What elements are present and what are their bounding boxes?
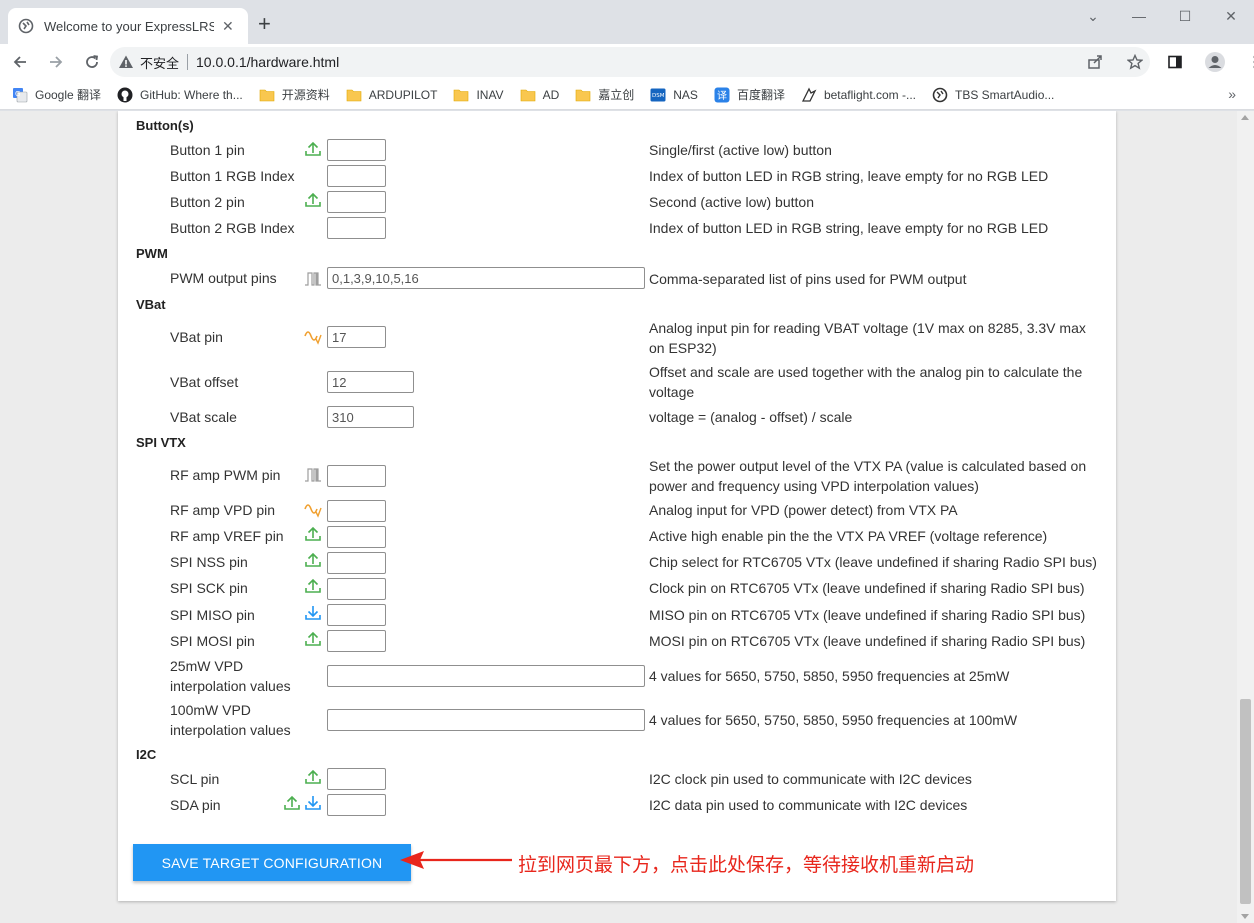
- page-viewport: [0, 111, 1254, 923]
- side-panel-icon[interactable]: [1160, 46, 1190, 78]
- forward-icon[interactable]: [40, 46, 72, 78]
- bookmark-folder-jlc[interactable]: 嘉立创: [575, 86, 634, 103]
- bookmark-tbs[interactable]: TBS SmartAudio...: [932, 87, 1054, 103]
- hardware-config-card: [118, 111, 1116, 901]
- address-divider: [187, 54, 189, 70]
- profile-avatar-icon[interactable]: [1200, 46, 1230, 78]
- new-tab-icon[interactable]: +: [258, 13, 271, 35]
- address-bar[interactable]: 不安全 10.0.0.1/hardware.html: [110, 47, 1150, 77]
- scroll-up-arrow-icon[interactable]: [1241, 115, 1249, 120]
- url-text[interactable]: 10.0.0.1/hardware.html: [196, 54, 339, 70]
- maximize-icon[interactable]: ☐: [1162, 0, 1208, 32]
- minimize-icon[interactable]: —: [1116, 0, 1162, 32]
- browser-tab[interactable]: Welcome to your ExpressLRS S ✕: [8, 8, 248, 44]
- bookmark-folder-inav[interactable]: INAV: [453, 87, 504, 103]
- menu-kebab-icon[interactable]: [1240, 46, 1254, 78]
- bookmark-nas[interactable]: DSM NAS: [650, 87, 698, 103]
- scroll-thumb[interactable]: [1240, 699, 1251, 904]
- tab-strip: Welcome to your ExpressLRS S ✕ + ⌄ — ☐ ✕: [0, 0, 1254, 44]
- folder-icon: [520, 87, 536, 103]
- bookmark-github[interactable]: GitHub: Where th...: [117, 87, 243, 103]
- window-controls: ⌄ — ☐ ✕: [1070, 0, 1254, 32]
- svg-text:G: G: [15, 90, 20, 98]
- folder-icon: [346, 87, 362, 103]
- bookmarks-bar: G Google 翻译 GitHub: Where th... 开源资料 ARD…: [0, 80, 1254, 110]
- svg-text:译: 译: [717, 90, 727, 102]
- bookmark-folder-opensource[interactable]: 开源资料: [259, 86, 330, 103]
- folder-icon: [453, 87, 469, 103]
- page-scrollbar[interactable]: [1237, 111, 1254, 923]
- close-window-icon[interactable]: ✕: [1208, 0, 1254, 32]
- bookmark-folder-ardupilot[interactable]: ARDUPILOT: [346, 87, 437, 103]
- close-icon[interactable]: ✕: [222, 18, 234, 35]
- toolbar-actions: [1080, 46, 1254, 78]
- back-icon[interactable]: [4, 46, 36, 78]
- svg-text:DSM: DSM: [652, 93, 665, 99]
- bookmarks-more-icon[interactable]: »: [1228, 86, 1236, 102]
- tab-title: Welcome to your ExpressLRS S: [44, 18, 214, 34]
- globe-icon: [18, 18, 34, 34]
- baidu-translate-icon: 译: [714, 87, 730, 103]
- folder-icon: [575, 87, 591, 103]
- bookmark-folder-ad[interactable]: AD: [520, 87, 559, 103]
- tbs-icon: [932, 87, 948, 103]
- reload-icon[interactable]: [76, 46, 108, 78]
- insecure-label: 不安全: [140, 55, 180, 71]
- browser-toolbar: 不安全 10.0.0.1/hardware.html: [0, 44, 1254, 80]
- share-icon[interactable]: [1080, 46, 1110, 78]
- github-icon: [117, 87, 133, 103]
- betaflight-icon: [801, 87, 817, 103]
- google-translate-icon: G: [12, 87, 28, 103]
- bookmark-betaflight[interactable]: betaflight.com -...: [801, 87, 916, 103]
- tab-search-icon[interactable]: ⌄: [1070, 0, 1116, 32]
- bookmark-baidu-translate[interactable]: 译 百度翻译: [714, 86, 785, 103]
- warning-icon: [119, 55, 133, 68]
- bookmark-google-translate[interactable]: G Google 翻译: [12, 86, 101, 103]
- folder-icon: [259, 87, 275, 103]
- star-icon[interactable]: [1120, 46, 1150, 78]
- scroll-down-arrow-icon[interactable]: [1241, 914, 1249, 919]
- dsm-icon: DSM: [650, 87, 666, 103]
